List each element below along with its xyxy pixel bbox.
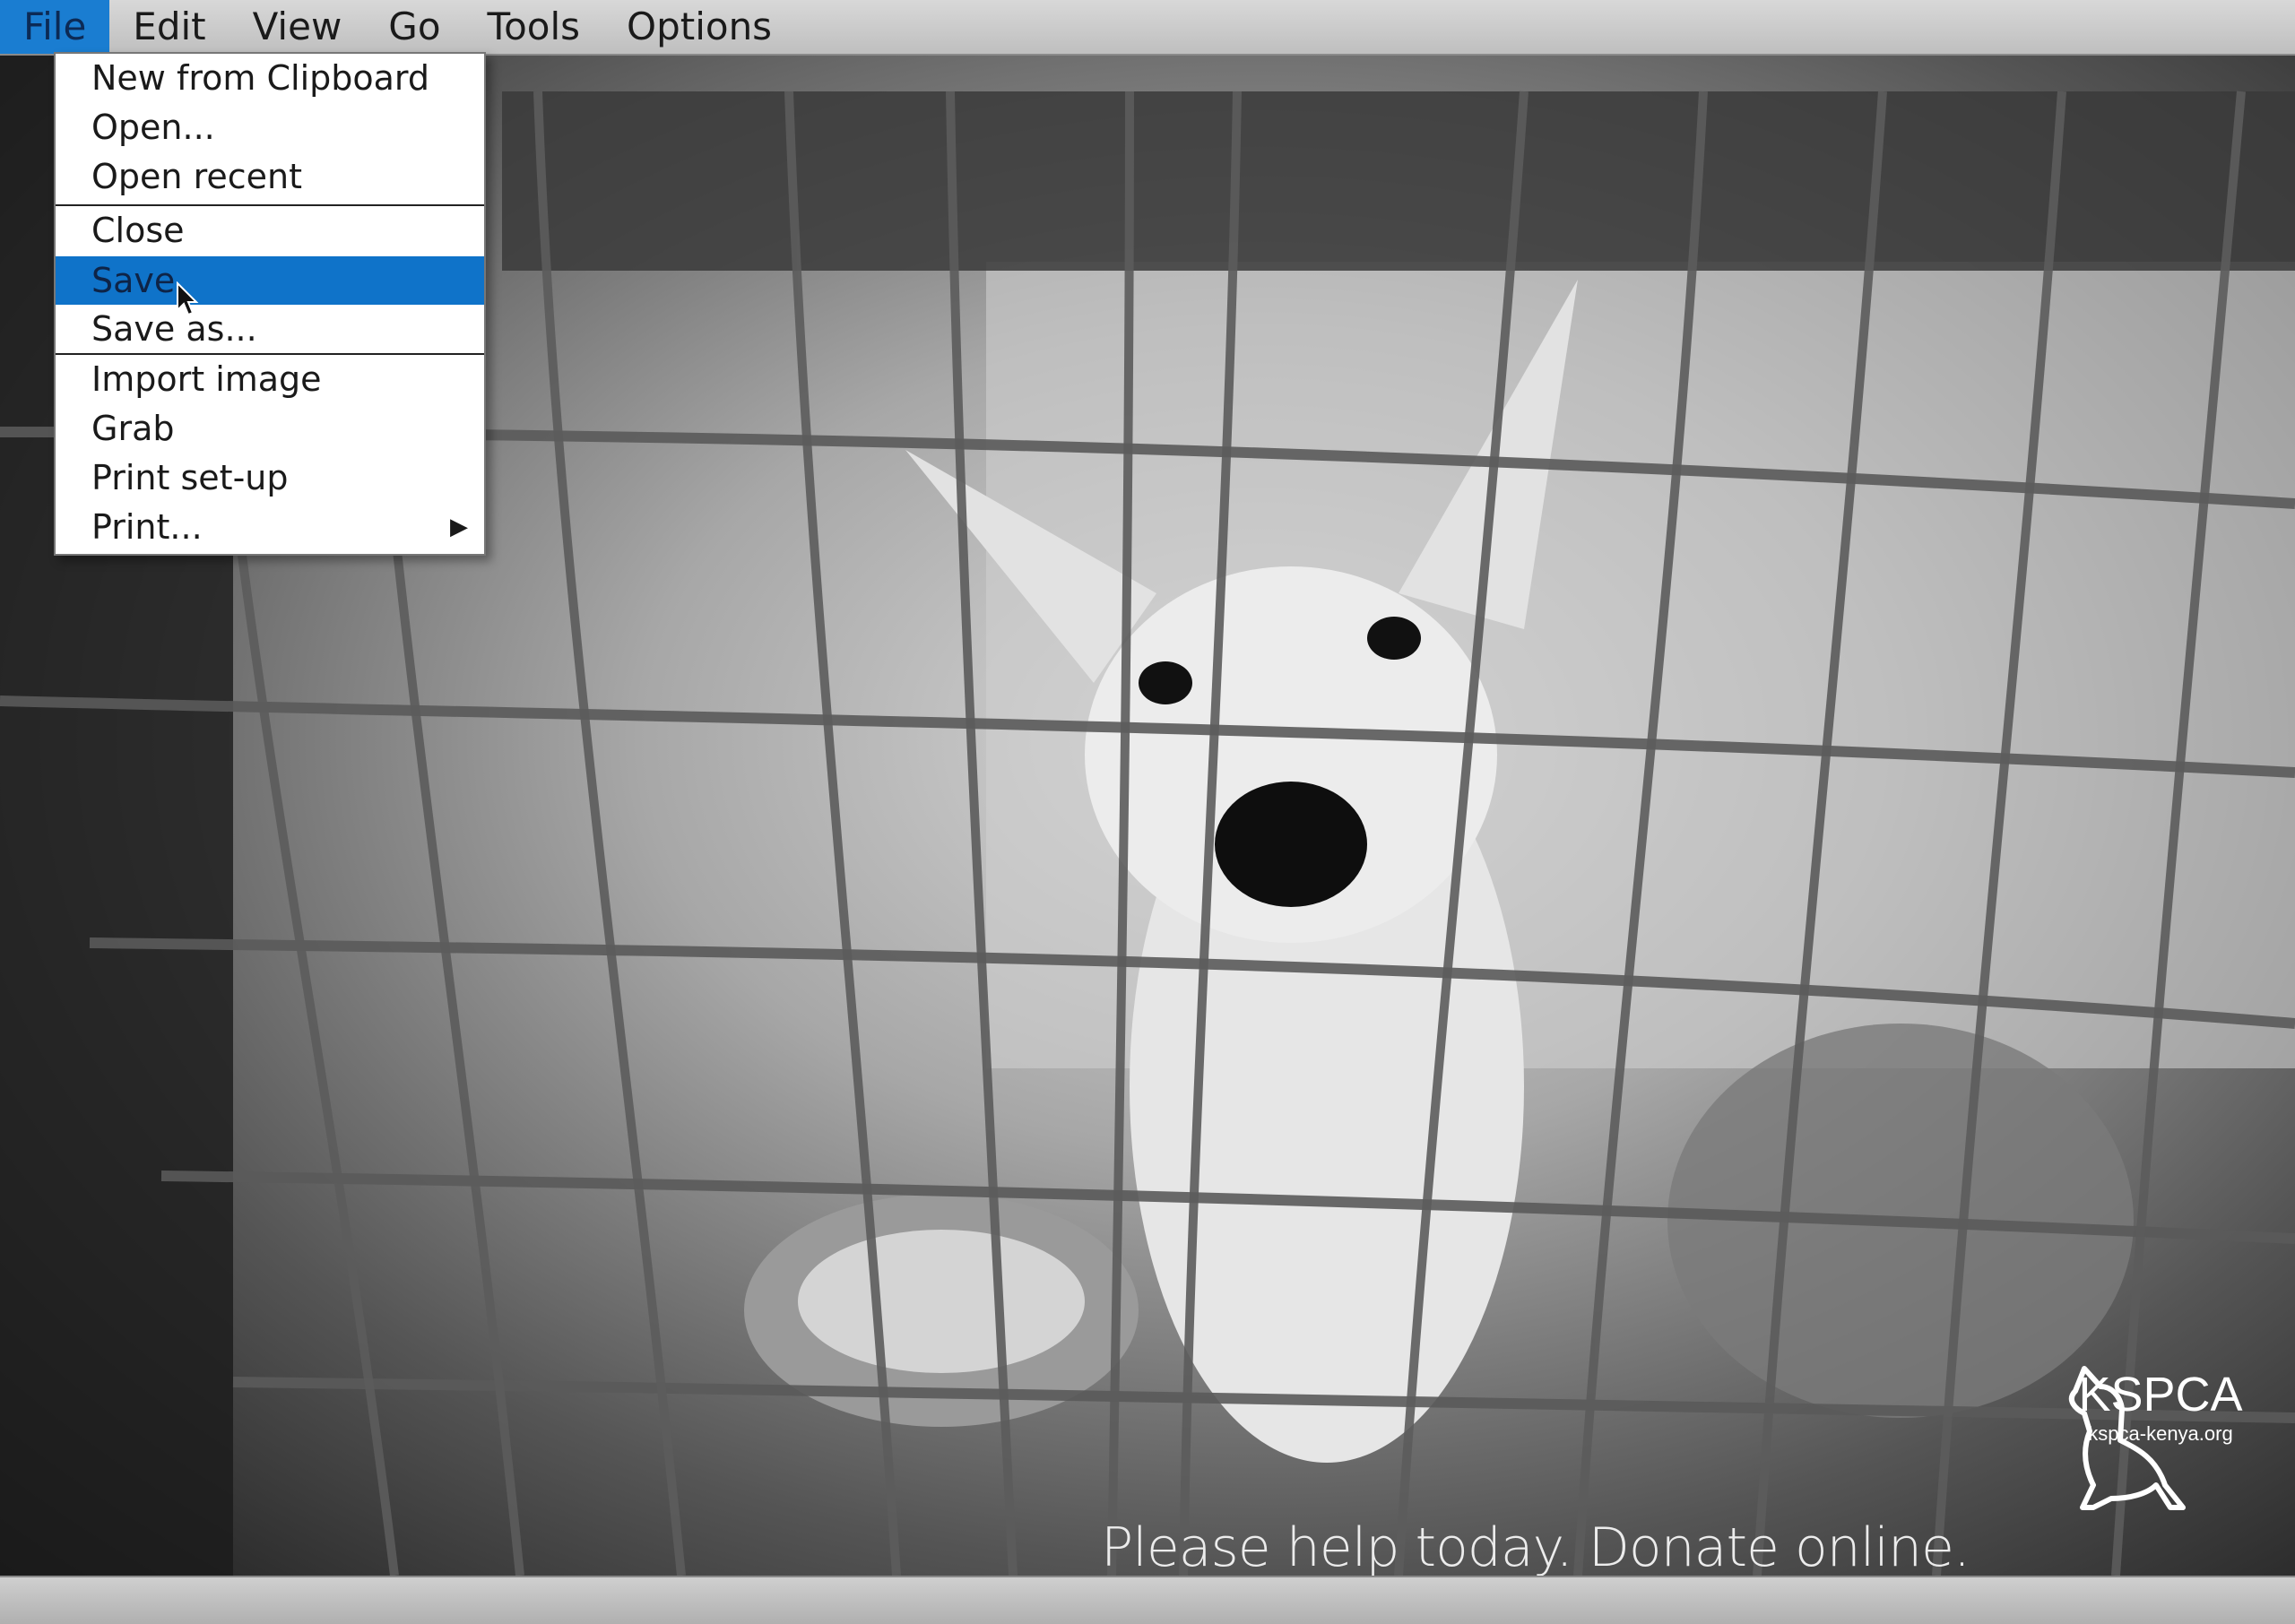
menu-file[interactable]: File	[0, 0, 110, 54]
donation-slogan: Please help today. Donate online.	[1101, 1516, 1970, 1576]
file-menu-dropdown: New from Clipboard Open... Open recent C…	[54, 52, 486, 556]
menu-item-import-image[interactable]: Import image	[56, 355, 484, 403]
menu-item-print-setup[interactable]: Print set-up	[56, 454, 484, 502]
menu-item-new-from-clipboard[interactable]: New from Clipboard	[56, 54, 484, 102]
submenu-arrow-icon: ▶	[450, 514, 468, 540]
kspca-logo: KSPCA kspca-kenya.org	[2057, 1360, 2264, 1510]
dog-cat-silhouette-icon	[2068, 1366, 2186, 1510]
menu-bar: File Edit View Go Tools Options	[0, 0, 2295, 56]
menu-item-open[interactable]: Open...	[56, 103, 484, 151]
menu-options[interactable]: Options	[603, 0, 795, 54]
status-bar	[0, 1576, 2295, 1624]
menu-item-print[interactable]: Print... ▶	[56, 503, 484, 551]
menu-go[interactable]: Go	[365, 0, 463, 54]
menu-item-save[interactable]: Save	[56, 256, 484, 305]
menu-view[interactable]: View	[230, 0, 366, 54]
menu-edit[interactable]: Edit	[109, 0, 229, 54]
menu-item-open-recent[interactable]: Open recent	[56, 152, 484, 201]
arrow-pointer-icon	[177, 281, 199, 316]
menu-item-grab[interactable]: Grab	[56, 404, 484, 453]
menu-item-save-as[interactable]: Save as...	[56, 305, 484, 353]
menu-item-print-label: Print...	[91, 507, 203, 547]
menu-item-close[interactable]: Close	[56, 206, 484, 255]
menu-tools[interactable]: Tools	[464, 0, 603, 54]
